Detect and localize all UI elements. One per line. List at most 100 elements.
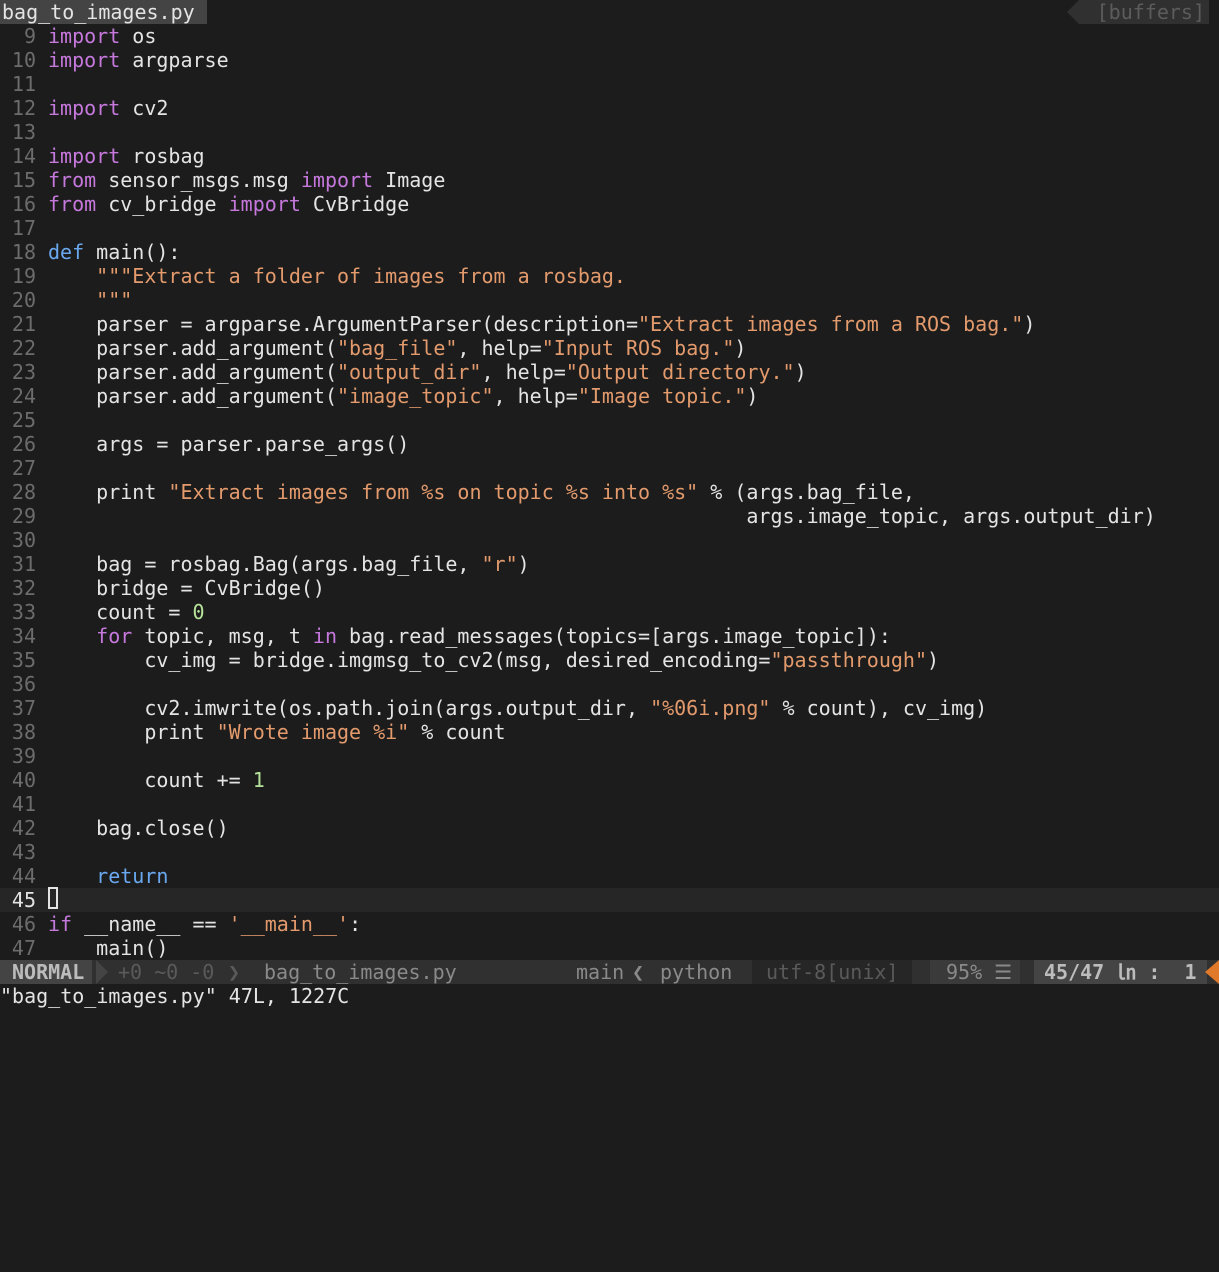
code-line[interactable]: 10 import argparse <box>0 48 1219 72</box>
scroll-percent: 95% ☰ <box>930 960 1021 984</box>
code-line[interactable]: 25 <box>0 408 1219 432</box>
code-token: cv_img = bridge.imgmsg_to_cv2(msg, desir… <box>48 648 771 672</box>
string-token: "Input ROS bag." <box>541 336 735 360</box>
code-line[interactable]: 34 for topic, msg, t in bag.read_message… <box>0 624 1219 648</box>
keyword-token: return <box>96 864 169 888</box>
line-number: 33 <box>11 600 36 624</box>
line-position: 45/47 <box>1044 960 1105 984</box>
code-line[interactable]: 18 def main(): <box>0 240 1219 264</box>
code-line[interactable]: 31 bag = rosbag.Bag(args.bag_file, "r") <box>0 552 1219 576</box>
code-token: count += <box>48 768 253 792</box>
code-line[interactable]: 47 main() <box>0 936 1219 960</box>
string-token: '__main__' <box>228 912 350 936</box>
code-line[interactable]: 20 """ <box>0 288 1219 312</box>
code-line[interactable]: 14 import rosbag <box>0 144 1219 168</box>
line-number: 27 <box>11 456 36 480</box>
active-buffer-tab[interactable]: bag_to_images.py <box>0 0 207 24</box>
git-branch: main <box>576 960 625 984</box>
buffers-label[interactable]: [buffers] <box>1097 0 1205 24</box>
code-token: args = parser.parse_args() <box>48 432 410 456</box>
line-number: 24 <box>11 384 36 408</box>
code-line[interactable]: 19 """Extract a folder of images from a … <box>0 264 1219 288</box>
code-line[interactable]: 46 if __name__ == '__main__': <box>0 912 1219 936</box>
code-line[interactable]: 15 from sensor_msgs.msg import Image <box>0 168 1219 192</box>
code-line[interactable]: 43 <box>0 840 1219 864</box>
line-number: 16 <box>11 192 36 216</box>
code-line[interactable]: 28 print "Extract images from %s on topi… <box>0 480 1219 504</box>
code-line[interactable]: 45 <box>0 887 1219 912</box>
code-line[interactable]: 33 count = 0 <box>0 600 1219 624</box>
code-line[interactable]: 37 cv2.imwrite(os.path.join(args.output_… <box>0 696 1219 720</box>
line-number: 46 <box>11 912 36 936</box>
code-line[interactable]: 21 parser = argparse.ArgumentParser(desc… <box>0 312 1219 336</box>
code-line[interactable]: 40 count += 1 <box>0 768 1219 792</box>
statusline-end-icon <box>1205 960 1219 984</box>
code-token: bag.read_messages(topics=[args.image_top… <box>337 624 891 648</box>
code-line[interactable]: 27 <box>0 456 1219 480</box>
line-number: 10 <box>11 48 36 72</box>
code-token: argparse <box>120 48 229 72</box>
code-token: ) <box>517 552 530 576</box>
code-line[interactable]: 36 <box>0 672 1219 696</box>
code-line[interactable]: 26 args = parser.parse_args() <box>0 432 1219 456</box>
code-token: CvBridge <box>300 192 410 216</box>
code-line[interactable]: 12 import cv2 <box>0 96 1219 120</box>
code-line[interactable]: 32 bridge = CvBridge() <box>0 576 1219 600</box>
line-number: 43 <box>11 840 36 864</box>
string-token: "Image topic." <box>577 384 747 408</box>
code-line[interactable]: 24 parser.add_argument("image_topic", he… <box>0 384 1219 408</box>
code-line[interactable]: 38 print "Wrote image %i" % count <box>0 720 1219 744</box>
string-token: "passthrough" <box>770 648 928 672</box>
code-token: main(): <box>84 240 181 264</box>
line-number: 17 <box>11 216 36 240</box>
code-line[interactable]: 17 <box>0 216 1219 240</box>
keyword-token: import <box>48 24 121 48</box>
keyword-token: import <box>228 192 301 216</box>
line-number: 25 <box>11 408 36 432</box>
number-token: 0 <box>192 600 205 624</box>
code-line[interactable]: 22 parser.add_argument("bag_file", help=… <box>0 336 1219 360</box>
statusline: NORMAL +0 ~0 -0 ❯ bag_to_images.py main … <box>0 960 1219 984</box>
code-token: ) <box>746 384 759 408</box>
code-token: bridge = CvBridge() <box>48 576 325 600</box>
line-number: 35 <box>11 648 36 672</box>
code-line[interactable]: 30 <box>0 528 1219 552</box>
code-line[interactable]: 11 <box>0 72 1219 96</box>
line-number: 13 <box>11 120 36 144</box>
code-token: parser.add_argument( <box>48 360 337 384</box>
code-line[interactable]: 42 bag.close() <box>0 816 1219 840</box>
code-line[interactable]: 13 <box>0 120 1219 144</box>
line-number: 34 <box>11 624 36 648</box>
code-line[interactable]: 39 <box>0 744 1219 768</box>
code-line[interactable]: 9 import os <box>0 24 1219 48</box>
line-number: 37 <box>11 696 36 720</box>
code-line[interactable]: 16 from cv_bridge import CvBridge <box>0 192 1219 216</box>
line-number: 45 <box>11 888 36 912</box>
keyword-token: def <box>48 240 85 264</box>
code-line[interactable]: 23 parser.add_argument("output_dir", hel… <box>0 360 1219 384</box>
string-token: "output_dir" <box>336 360 482 384</box>
line-number-icon: ㏑ <box>1116 960 1137 984</box>
code-line[interactable]: 29 args.image_topic, args.output_dir) <box>0 504 1219 528</box>
keyword-token: import <box>48 144 121 168</box>
keyword-token: if <box>48 912 73 936</box>
mode-separator <box>96 960 108 984</box>
keyword-token: from <box>48 168 97 192</box>
string-token: "image_topic" <box>336 384 494 408</box>
code-line[interactable]: 44 return <box>0 864 1219 888</box>
code-line[interactable]: 41 <box>0 792 1219 816</box>
git-hunks: +0 ~0 -0 <box>118 960 215 984</box>
line-number: 21 <box>11 312 36 336</box>
code-line[interactable]: 35 cv_img = bridge.imgmsg_to_cv2(msg, de… <box>0 648 1219 672</box>
editor-buffer[interactable]: 9 import os 10 import argparse 11 12 import cv… <box>0 24 1219 960</box>
code-token: : <box>349 912 362 936</box>
tabline: bag_to_images.py [buffers] <box>0 0 1219 24</box>
line-number: 19 <box>11 264 36 288</box>
command-line[interactable]: "bag_to_images.py" 47L, 1227C <box>0 984 1219 1008</box>
string-token: "%06i.png" <box>650 696 771 720</box>
line-number: 47 <box>11 936 36 960</box>
line-number: 30 <box>11 528 36 552</box>
